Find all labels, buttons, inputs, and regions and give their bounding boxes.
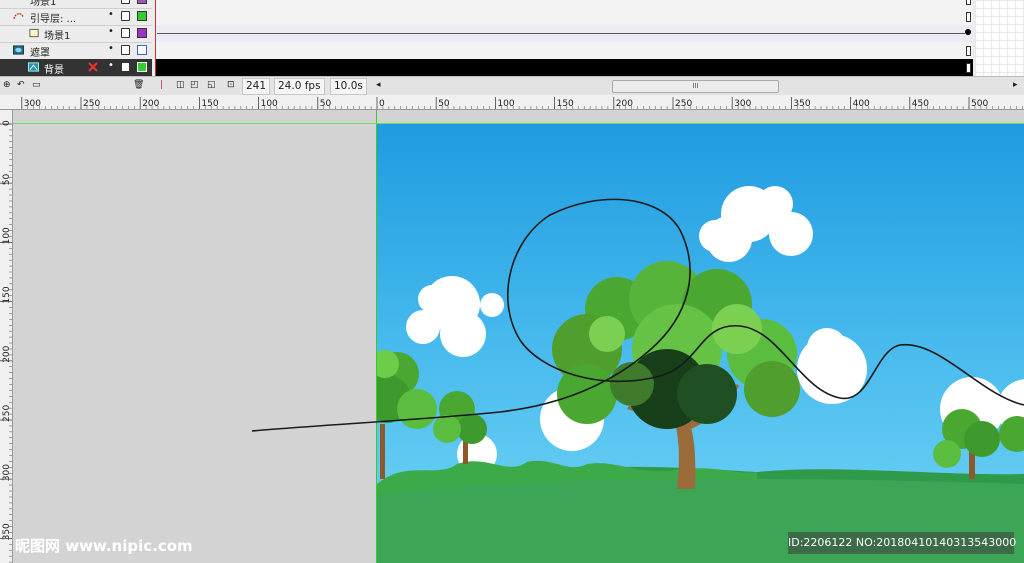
watermark-left: 昵图网 www.nipic.com xyxy=(15,537,193,555)
watermark-right: ID:2206122 NO:20180410140313543000 xyxy=(788,532,1016,554)
motion-guide-path[interactable] xyxy=(0,0,1024,563)
